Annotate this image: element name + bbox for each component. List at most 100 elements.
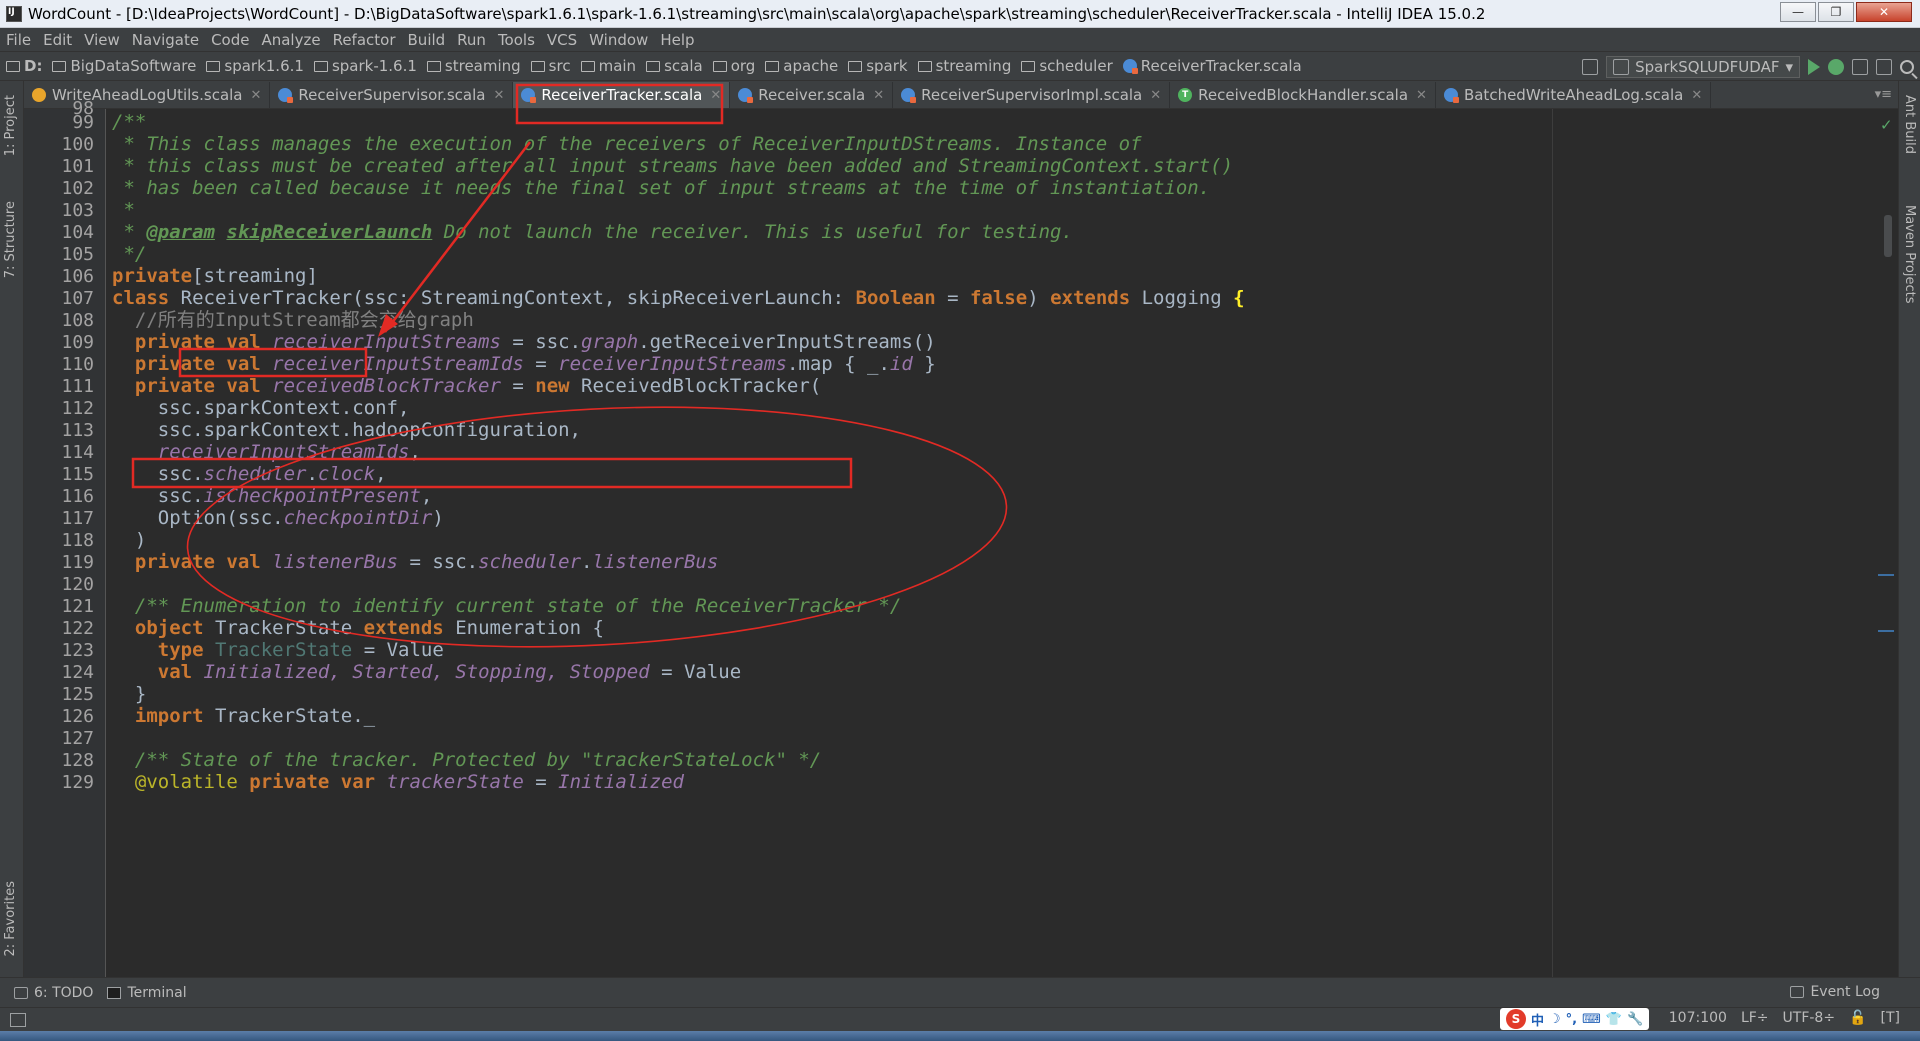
- right-margin-guide: [1552, 109, 1553, 977]
- status-widgets: 107:100 LF÷ UTF-8÷ 🔓 [T]: [1669, 1010, 1900, 1026]
- caret-position[interactable]: 107:100: [1669, 1010, 1727, 1026]
- close-icon[interactable]: ✕: [1416, 88, 1427, 103]
- close-icon[interactable]: ✕: [710, 88, 721, 103]
- menu-run[interactable]: Run: [457, 31, 486, 49]
- run-configuration-select[interactable]: SparkSQLUDFUDAF ▾: [1606, 56, 1800, 78]
- tab-receiver[interactable]: Receiver.scala ✕: [730, 82, 894, 108]
- breadcrumb-item[interactable]: src: [530, 57, 571, 75]
- search-icon[interactable]: [1900, 60, 1914, 74]
- line-number: 129: [61, 772, 94, 793]
- object-icon: [32, 88, 46, 102]
- menu-bar: File Edit View Navigate Code Analyze Ref…: [0, 28, 1920, 51]
- debug-icon[interactable]: [1828, 59, 1844, 75]
- breadcrumb-item[interactable]: streaming: [426, 57, 521, 75]
- trait-icon: T: [1178, 88, 1193, 102]
- breadcrumb-item[interactable]: scala: [646, 57, 703, 75]
- tool-window-structure[interactable]: 7: Structure: [3, 201, 18, 278]
- breadcrumb-file[interactable]: ReceiverTracker.scala: [1122, 57, 1302, 75]
- file-encoding[interactable]: UTF-8÷: [1783, 1010, 1836, 1026]
- folder-icon: [712, 60, 727, 72]
- folder-icon: [313, 60, 328, 72]
- read-only-lock-icon[interactable]: 🔓: [1849, 1010, 1866, 1026]
- tab-receivertracker[interactable]: ReceiverTracker.scala ✕: [513, 82, 731, 108]
- ime-keyboard-icon[interactable]: ⌨: [1582, 1012, 1601, 1027]
- line-separator[interactable]: LF÷: [1741, 1010, 1769, 1026]
- minimize-button[interactable]: —: [1780, 2, 1816, 22]
- menu-build[interactable]: Build: [408, 31, 446, 49]
- tabs-list-icon[interactable]: ▾≡: [1875, 87, 1892, 102]
- close-icon[interactable]: ✕: [493, 88, 504, 103]
- menu-window[interactable]: Window: [589, 31, 648, 49]
- build-icon[interactable]: [1582, 59, 1599, 75]
- ime-tools-icon[interactable]: 🔧: [1627, 1012, 1643, 1027]
- menu-tools[interactable]: Tools: [498, 31, 535, 49]
- maximize-button[interactable]: ❐: [1818, 2, 1854, 22]
- close-button[interactable]: ✕: [1856, 2, 1912, 22]
- folder-icon: [426, 60, 441, 72]
- menu-vcs[interactable]: VCS: [547, 31, 577, 49]
- scala-class-icon: [901, 88, 917, 103]
- menu-code[interactable]: Code: [211, 31, 249, 49]
- close-icon[interactable]: ✕: [1691, 88, 1702, 103]
- os-taskbar: [0, 1031, 1920, 1041]
- coverage-icon[interactable]: [1852, 59, 1868, 75]
- error-stripe-marker[interactable]: [1878, 630, 1894, 632]
- tab-receiversupervisorimpl[interactable]: ReceiverSupervisorImpl.scala ✕: [893, 82, 1171, 108]
- breadcrumb-item[interactable]: spark1.6.1: [206, 57, 304, 75]
- tab-receivedblockhandler[interactable]: T ReceivedBlockHandler.scala ✕: [1170, 82, 1436, 108]
- tool-window-terminal[interactable]: Terminal: [107, 985, 187, 1001]
- close-icon[interactable]: ✕: [251, 88, 262, 103]
- navigation-bar: D: BigDataSoftware spark1.6.1 spark-1.6.…: [0, 51, 1920, 81]
- breadcrumb-item[interactable]: BigDataSoftware: [52, 57, 196, 75]
- scala-class-icon: [1443, 88, 1459, 103]
- ime-halfwidth-icon[interactable]: ☽: [1549, 1012, 1561, 1027]
- close-icon[interactable]: ✕: [873, 88, 884, 103]
- breadcrumb-item[interactable]: main: [580, 57, 636, 75]
- menu-file[interactable]: File: [6, 31, 31, 49]
- tool-window-maven[interactable]: Maven Projects: [1902, 205, 1917, 304]
- tool-windows-toggle-icon[interactable]: [10, 1012, 26, 1027]
- tab-receiversupervisor[interactable]: ReceiverSupervisor.scala ✕: [270, 82, 514, 108]
- terminal-icon: [107, 986, 122, 999]
- project-structure-icon[interactable]: [1876, 59, 1892, 75]
- breadcrumb-item[interactable]: spark: [848, 57, 908, 75]
- code-editor[interactable]: /** * This class manages the execution o…: [106, 109, 1876, 977]
- ime-chinese-mode[interactable]: 中: [1531, 1010, 1544, 1029]
- code-line-126: import TrackerState._: [112, 705, 376, 727]
- scala-class-icon: [278, 88, 294, 103]
- breadcrumb-drive[interactable]: D:: [6, 57, 42, 75]
- run-icon[interactable]: [1808, 59, 1820, 75]
- breadcrumb-item[interactable]: streaming: [917, 57, 1011, 75]
- ime-punctuation-icon[interactable]: °,: [1566, 1012, 1577, 1027]
- tool-window-todo[interactable]: 6: TODO: [14, 985, 93, 1001]
- breadcrumb-item[interactable]: scheduler: [1021, 57, 1113, 75]
- event-log-icon: [1790, 986, 1805, 998]
- breadcrumb-item[interactable]: org: [712, 57, 755, 75]
- menu-edit[interactable]: Edit: [43, 31, 72, 49]
- menu-view[interactable]: View: [84, 31, 120, 49]
- folder-icon: [580, 60, 595, 72]
- scala-class-icon: [1122, 59, 1138, 74]
- menu-help[interactable]: Help: [660, 31, 694, 49]
- ime-skin-icon[interactable]: 👕: [1606, 1012, 1622, 1027]
- folder-icon: [765, 60, 780, 72]
- breadcrumb-item[interactable]: spark-1.6.1: [313, 57, 417, 75]
- menu-navigate[interactable]: Navigate: [132, 31, 199, 49]
- menu-refactor[interactable]: Refactor: [333, 31, 396, 49]
- hector-icon[interactable]: [T]: [1881, 1010, 1900, 1026]
- error-stripe-marker[interactable]: [1878, 574, 1894, 576]
- tool-window-ant-build[interactable]: Ant Build: [1902, 95, 1917, 154]
- tool-window-favorites[interactable]: 2: Favorites: [3, 881, 18, 957]
- tool-window-project[interactable]: 1: Project: [3, 95, 18, 156]
- sogou-ime-icon[interactable]: S: [1506, 1009, 1526, 1029]
- bottom-tool-stripe: 6: TODO Terminal Event Log: [0, 977, 1920, 1007]
- folder-icon: [848, 60, 863, 72]
- menu-analyze[interactable]: Analyze: [261, 31, 320, 49]
- intellij-app-icon: [6, 5, 22, 22]
- tool-window-event-log[interactable]: Event Log: [1790, 984, 1880, 1000]
- close-icon[interactable]: ✕: [1150, 88, 1161, 103]
- folder-icon: [646, 60, 661, 72]
- tab-batchedwriteaheadlog[interactable]: BatchedWriteAheadLog.scala ✕: [1436, 82, 1712, 108]
- breadcrumb-item[interactable]: apache: [765, 57, 838, 75]
- editor-scrollbar-thumb[interactable]: [1884, 215, 1892, 257]
